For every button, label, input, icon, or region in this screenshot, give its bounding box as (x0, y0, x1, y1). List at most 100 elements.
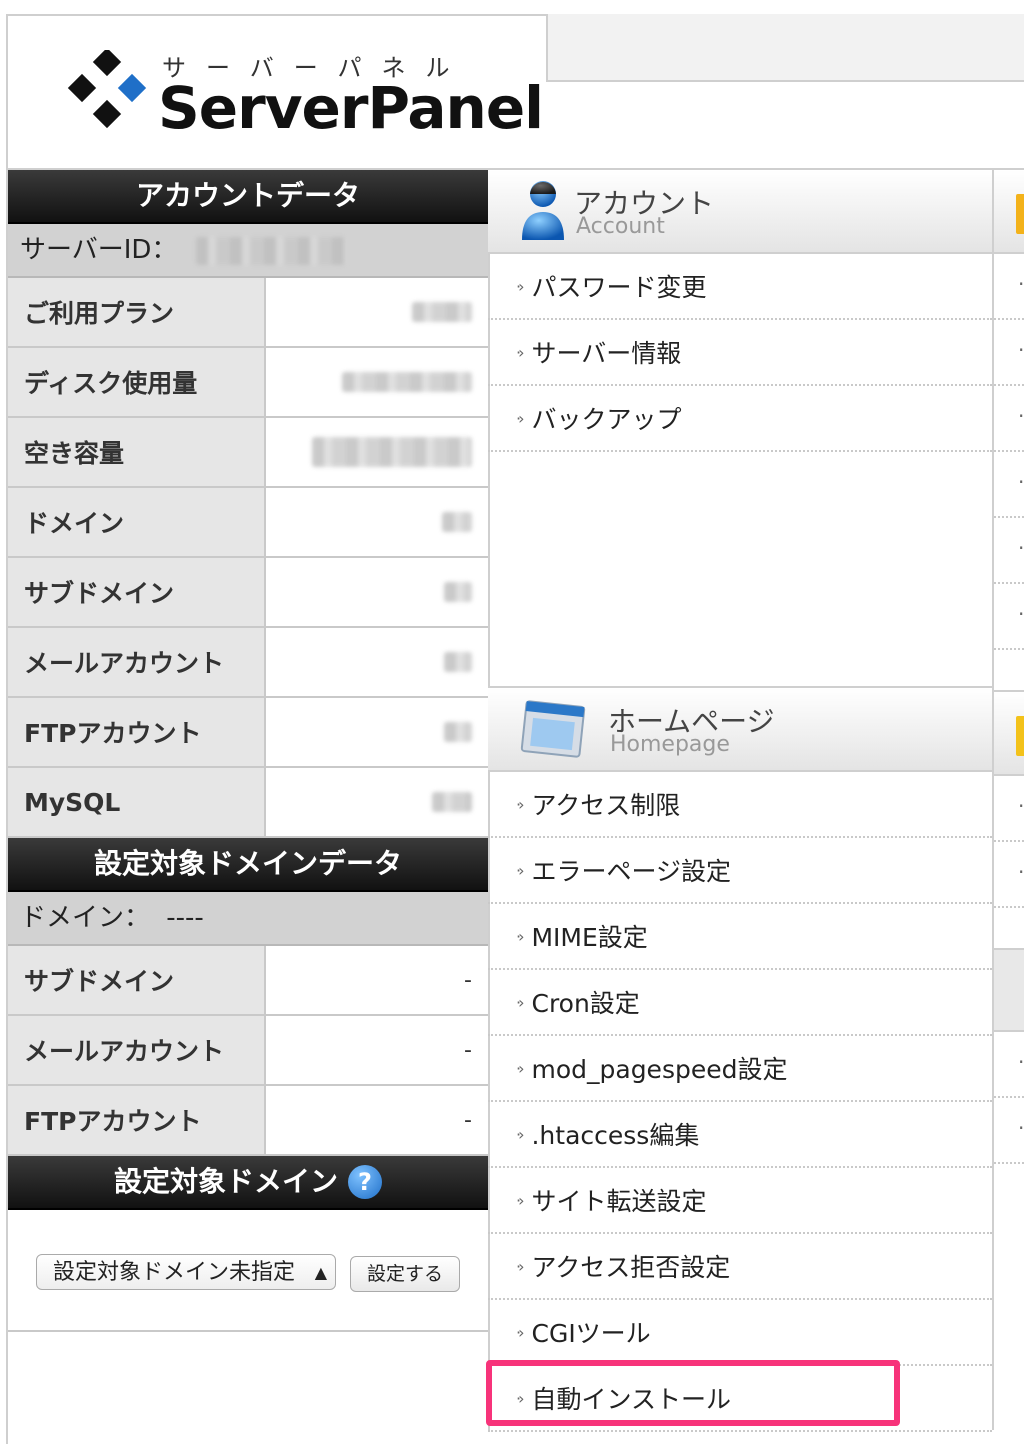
help-icon[interactable]: ? (348, 1165, 382, 1199)
redacted-value (444, 652, 472, 672)
redacted-value (432, 792, 472, 812)
right-spacer (994, 650, 1024, 692)
menu-item-mime[interactable]: ·› MIME設定 (488, 904, 992, 970)
menu-item-label: MIME設定 (531, 923, 648, 952)
menu-item-label: サーバー情報 (531, 339, 682, 368)
account-data-header: アカウントデータ (8, 170, 488, 224)
menu-item-password-change[interactable]: ·› パスワード変更 (488, 254, 992, 320)
menu-arrow-icon: ·› (516, 794, 525, 814)
menu-item-error-page[interactable]: ·› エラーページ設定 (488, 838, 992, 904)
right-menu-item[interactable] (994, 518, 1024, 584)
logo-text: ServerPanel (158, 74, 544, 142)
account-category-subtitle: Account (576, 214, 665, 239)
menu-arrow-icon: ·› (516, 408, 525, 428)
menu-item-server-info[interactable]: ·› サーバー情報 (488, 320, 992, 386)
menu-arrow-icon: ·› (516, 1190, 525, 1210)
menu-arrow-icon: ·› (516, 1256, 525, 1276)
target-row-mail: メールアカウント - (8, 1016, 488, 1086)
redacted-value (444, 582, 472, 602)
account-row-plan: ご利用プラン (8, 278, 488, 348)
redacted-value (442, 512, 472, 532)
right-menu-item[interactable] (994, 386, 1024, 452)
set-domain-button[interactable]: 設定する (350, 1256, 460, 1292)
target-row-subdomain: サブドメイン - (8, 946, 488, 1016)
target-row-ftp: FTPアカウント - (8, 1086, 488, 1156)
right-menu-item[interactable] (994, 254, 1024, 320)
menu-item-label: バックアップ (531, 405, 682, 434)
right-menu-item[interactable] (994, 842, 1024, 908)
menu-item-label: mod_pagespeed設定 (531, 1055, 788, 1084)
right-menu-item[interactable] (994, 776, 1024, 842)
row-value (266, 628, 488, 696)
account-row-domain: ドメイン (8, 488, 488, 558)
menu-arrow-icon: ·› (516, 1058, 525, 1078)
menu-arrow-icon: ·› (516, 276, 525, 296)
account-row-subdomain: サブドメイン (8, 558, 488, 628)
row-label: メールアカウント (8, 628, 266, 696)
target-domain-label: ドメイン： (20, 903, 151, 933)
row-label: ご利用プラン (8, 278, 266, 346)
menu-item-htaccess[interactable]: ·› .htaccess編集 (488, 1102, 992, 1168)
menu-arrow-icon: ·› (516, 926, 525, 946)
menu-item-backup[interactable]: ·› バックアップ (488, 386, 992, 452)
server-id-row: サーバーID： (8, 224, 488, 278)
menu-item-access-limit[interactable]: ·› アクセス制限 (488, 772, 992, 838)
menu-arrow-icon: ·› (516, 860, 525, 880)
row-value (266, 488, 488, 556)
account-category-header: アカウント Account (488, 170, 992, 254)
redacted-value (312, 437, 472, 467)
homepage-category-subtitle: Homepage (610, 732, 730, 757)
menu-item-site-redirect[interactable]: ·› サイト転送設定 (488, 1168, 992, 1234)
homepage-window-icon (520, 700, 586, 758)
account-row-mysql: MySQL (8, 768, 488, 838)
menu-item-label: アクセス拒否設定 (531, 1253, 731, 1282)
row-label: ディスク使用量 (8, 348, 266, 416)
row-value (266, 768, 488, 836)
account-row-free: 空き容量 (8, 418, 488, 488)
right-menu-item[interactable] (994, 1098, 1024, 1164)
row-label: FTPアカウント (8, 1086, 266, 1154)
right-menu-column (994, 170, 1024, 1164)
right-menu-item[interactable] (994, 320, 1024, 386)
menu-item-cron[interactable]: ·› Cron設定 (488, 970, 992, 1036)
serverpanel-logo-icon (67, 50, 147, 129)
right-menu-item[interactable] (994, 452, 1024, 518)
menu-item-label: .htaccess編集 (531, 1121, 700, 1150)
menu-column: アカウント Account ·› パスワード変更 ·› サーバー情報 ·› バッ… (488, 170, 992, 1432)
row-value (266, 348, 488, 416)
row-value: - (266, 946, 488, 1014)
right-menu-item[interactable] (994, 1032, 1024, 1098)
row-value (266, 418, 488, 486)
redacted-value (342, 372, 472, 392)
menu-item-cgi-tools[interactable]: ·› CGIツール (488, 1300, 992, 1366)
row-value: - (266, 1016, 488, 1084)
menu-arrow-icon: ·› (516, 1322, 525, 1342)
target-domain-row: ドメイン： ---- (8, 892, 488, 946)
row-label: ドメイン (8, 488, 266, 556)
domain-select[interactable]: 設定対象ドメイン未指定 ▲ (36, 1254, 336, 1290)
target-domain-header: 設定対象ドメイン ? (8, 1156, 488, 1210)
menu-item-pagespeed[interactable]: ·› mod_pagespeed設定 (488, 1036, 992, 1102)
homepage-category-header: ホームページ Homepage (488, 688, 992, 772)
target-domain-value: ---- (166, 903, 204, 933)
menu-item-label: エラーページ設定 (531, 857, 731, 886)
row-value (266, 278, 488, 346)
menu-item-label: パスワード変更 (531, 273, 707, 302)
menu-item-access-deny[interactable]: ·› アクセス拒否設定 (488, 1234, 992, 1300)
server-id-label: サーバーID： (20, 235, 178, 265)
auto-install-highlight (486, 1360, 900, 1426)
row-label: MySQL (8, 768, 266, 836)
row-label: サブドメイン (8, 946, 266, 1014)
top-right-panel (546, 14, 1024, 82)
right-menu-item[interactable] (994, 584, 1024, 650)
row-label: メールアカウント (8, 1016, 266, 1084)
row-value (266, 558, 488, 626)
menu-item-label: サイト転送設定 (531, 1187, 707, 1216)
redacted-value (444, 722, 472, 742)
target-domain-title: 設定対象ドメイン (113, 1165, 338, 1198)
row-label: 空き容量 (8, 418, 266, 486)
menu-arrow-icon: ·› (516, 342, 525, 362)
row-value (266, 698, 488, 766)
left-panel: アカウントデータ サーバーID： ご利用プラン ディスク使用量 空き容量 ドメイ… (8, 170, 488, 1332)
target-domain-data-header: 設定対象ドメインデータ (8, 838, 488, 892)
